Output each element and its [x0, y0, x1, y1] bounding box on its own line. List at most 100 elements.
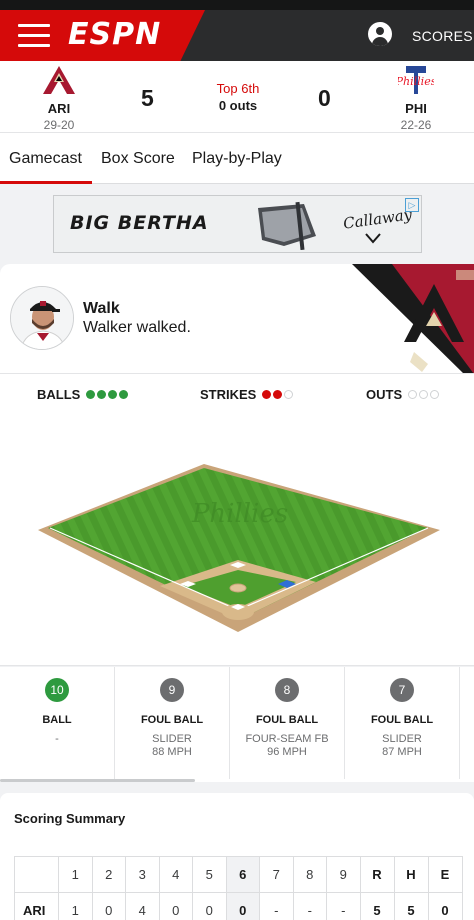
baseball-field-diagram: Phillies	[38, 464, 440, 632]
phillies-logo-icon: Phillies	[398, 66, 434, 94]
pitch-list-scrollbar[interactable]	[0, 779, 195, 782]
linescore-cell: 0	[158, 892, 193, 920]
strike-dot	[262, 390, 272, 399]
espn-logo[interactable]: ESPN	[68, 20, 161, 50]
balls-dots	[84, 387, 129, 402]
strike-dot	[273, 390, 283, 399]
player-avatar[interactable]	[10, 286, 74, 350]
runs-header: R	[359, 856, 395, 893]
inning-header: 5	[192, 856, 227, 893]
out-dot	[430, 390, 440, 399]
linescore-cell: 1	[58, 892, 93, 920]
diamondbacks-logo-icon	[43, 66, 75, 94]
pitch-card[interactable]: 10 BALL -	[0, 667, 115, 779]
scoring-summary: Scoring Summary 1 2 3 4 5 6 7 8 9 R H E …	[0, 793, 474, 920]
inning-status: Top 6th 0 outs	[198, 81, 278, 113]
current-play-card: Walk Walker walked.	[0, 264, 474, 374]
out-dot	[408, 390, 418, 399]
outs-count-label: OUTS	[366, 387, 403, 402]
errors-header: E	[427, 856, 463, 893]
away-team-record: 29-20	[43, 118, 75, 132]
hamburger-icon[interactable]	[18, 24, 50, 48]
hits-header: H	[393, 856, 429, 893]
runs-total: 5	[359, 892, 395, 920]
outs-count: OUTS	[366, 387, 440, 402]
ball-dot	[119, 390, 129, 399]
active-tab-indicator	[0, 181, 92, 184]
scores-link[interactable]: SCORES	[412, 28, 473, 44]
scoreboard: ARI 29-20 5 Top 6th 0 outs 0 Phillies PH…	[0, 61, 474, 132]
inning-header: 3	[125, 856, 160, 893]
inning-header: 1	[58, 856, 93, 893]
inning-header: 4	[158, 856, 193, 893]
linescore-cell: -	[326, 892, 361, 920]
pitch-speed: 87 MPH	[382, 746, 422, 758]
home-score: 0	[318, 85, 331, 111]
linescore-cell: -	[292, 892, 327, 920]
home-team-abbr: PHI	[405, 101, 427, 116]
table-row: ARI 1 0 4 0 0 0 - - - 5 5 0	[14, 892, 463, 920]
pitch-number: 10	[45, 678, 69, 702]
away-team-abbr: ARI	[47, 101, 71, 116]
errors-total: 0	[427, 892, 463, 920]
linescore-team: ARI	[14, 892, 59, 920]
pitch-type: SLIDER	[382, 733, 422, 745]
player-headshot-icon	[11, 287, 73, 349]
user-icon[interactable]	[368, 22, 392, 46]
hits-total: 5	[393, 892, 429, 920]
outs-label: 0 outs	[218, 98, 258, 113]
linescore-cell-current: 0	[225, 892, 260, 920]
home-team-record: 22-26	[400, 118, 432, 132]
strikes-dots	[260, 387, 294, 402]
field-view: Phillies	[0, 410, 474, 666]
ad-headline: BIG BERTHA	[70, 212, 209, 234]
linescore-cell: 0	[91, 892, 126, 920]
ad-brand: Callaway	[342, 205, 414, 233]
away-team[interactable]: ARI 29-20	[29, 65, 89, 132]
ball-dot	[86, 390, 96, 399]
outs-dots	[406, 387, 440, 402]
golf-club-image	[258, 201, 316, 250]
pitch-card[interactable]: 7 FOUL BALL SLIDER 87 MPH	[345, 667, 460, 779]
pitch-card[interactable]: 9 FOUL BALL SLIDER 88 MPH	[115, 667, 230, 779]
pitch-type: -	[55, 733, 59, 745]
linescore-corner	[14, 856, 59, 893]
inning-label: Top 6th	[216, 81, 260, 96]
pitch-result: FOUL BALL	[255, 714, 319, 726]
top-nav-bar: ESPN SCORES	[0, 0, 474, 61]
linescore-header-row: 1 2 3 4 5 6 7 8 9 R H E	[14, 856, 463, 893]
inning-header: 9	[326, 856, 361, 893]
pitch-type: SLIDER	[152, 733, 192, 745]
advertisement-banner[interactable]: BIG BERTHA Callaway ▷	[53, 195, 422, 253]
pitch-number: 7	[390, 678, 414, 702]
count-bar: BALLS STRIKES OUTS	[0, 374, 474, 410]
svg-text:Phillies: Phillies	[398, 75, 434, 88]
outfield-wall-text: Phillies	[191, 499, 288, 529]
scoring-summary-title: Scoring Summary	[14, 811, 126, 826]
ball-dot	[97, 390, 107, 399]
inning-header-current: 6	[225, 856, 260, 893]
away-score: 5	[141, 85, 154, 111]
tab-play-by-play[interactable]: Play-by-Play	[192, 150, 282, 168]
home-team[interactable]: Phillies PHI 22-26	[386, 65, 446, 132]
pitch-result: BALL	[42, 714, 72, 726]
pitch-type: FOUR-SEAM FB	[245, 733, 329, 745]
pitch-card[interactable]: 8 FOUL BALL FOUR-SEAM FB 96 MPH	[230, 667, 345, 779]
strikes-label: STRIKES	[200, 387, 257, 402]
play-title: Walk	[83, 300, 120, 317]
pitch-speed: 96 MPH	[267, 746, 307, 758]
tab-gamecast[interactable]: Gamecast	[9, 150, 82, 168]
strike-dot	[284, 390, 294, 399]
strikes-count: STRIKES	[200, 387, 294, 402]
tab-box-score[interactable]: Box Score	[101, 150, 175, 168]
status-strip	[0, 0, 474, 10]
adchoices-icon[interactable]: ▷	[405, 198, 419, 212]
balls-label: BALLS	[37, 387, 81, 402]
linescore-cell: 0	[192, 892, 227, 920]
chevron-down-icon	[365, 233, 381, 244]
pitch-list: 10 BALL - 9 FOUL BALL SLIDER 88 MPH 8 FO…	[0, 667, 474, 782]
pitch-number: 9	[160, 678, 184, 702]
pitch-number: 8	[275, 678, 299, 702]
diamondbacks-banner-icon	[352, 264, 474, 373]
linescore-cell: -	[259, 892, 294, 920]
